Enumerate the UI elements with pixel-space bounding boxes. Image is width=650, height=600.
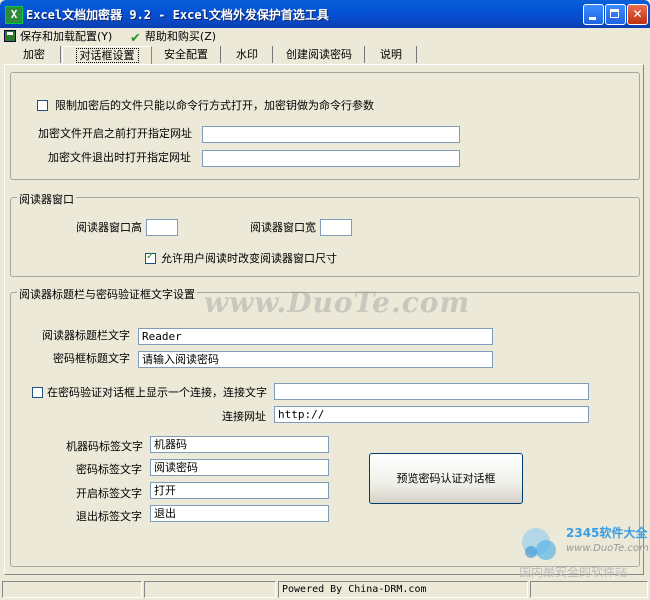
status-powered-by: Powered By China-DRM.com	[278, 581, 528, 598]
title-bar: X Excel文档加密器 9.2 - Excel文档外发保护首选工具 ✕	[0, 0, 650, 28]
show-link-checkbox[interactable]	[32, 387, 43, 398]
show-link-label: 在密码验证对话框上显示一个连接，连接文字	[47, 386, 267, 399]
tab-security-config[interactable]: 安全配置	[152, 46, 221, 63]
reader-width-input[interactable]	[320, 219, 352, 236]
tab-strip: 加密 对话框设置 安全配置 水印 创建阅读密码 说明	[0, 46, 650, 64]
restrict-cmdline-label: 限制加密后的文件只能以命令行方式打开，加密钥做为命令行参数	[55, 99, 374, 112]
tab-dialog-settings[interactable]: 对话框设置	[62, 46, 152, 64]
corner-site-text: www.DuoTe.com	[566, 543, 649, 554]
menu-save-label: 保存和加载配置(Y)	[20, 30, 113, 43]
open-label-text-label: 开启标签文字	[76, 487, 142, 500]
close-button[interactable]: ✕	[627, 4, 648, 25]
exit-label-text-input[interactable]: 退出	[150, 505, 329, 522]
corner-brand-text: 2345软件大全	[566, 526, 648, 540]
reader-title-text-input[interactable]: Reader	[138, 328, 493, 345]
menu-help-label: 帮助和购买(Z)	[144, 30, 217, 43]
exit-label-text-label: 退出标签文字	[76, 510, 142, 523]
machine-code-input[interactable]: 机器码	[150, 436, 329, 453]
allow-resize-checkbox[interactable]	[145, 251, 156, 264]
menu-help-buy[interactable]: ✔ 帮助和购买(Z)	[130, 29, 217, 46]
status-panel-1	[2, 581, 142, 598]
corner-slogan-text: 国内最安全的软件站	[519, 565, 628, 579]
open-url-input[interactable]	[202, 126, 460, 143]
duote-watermark: www.DuoTe.com	[204, 286, 471, 319]
status-bar: Powered By China-DRM.com	[0, 579, 650, 600]
title-text-group-title: 阅读器标题栏与密码验证框文字设置	[17, 286, 197, 302]
window-title: Excel文档加密器 9.2 - Excel文档外发保护首选工具	[26, 8, 329, 22]
exit-url-label: 加密文件退出时打开指定网址	[48, 151, 191, 164]
reader-window-title: 阅读器窗口	[17, 191, 76, 207]
password-label-text-input[interactable]: 阅读密码	[150, 459, 329, 476]
machine-code-label: 机器码标签文字	[66, 440, 143, 453]
minimize-button[interactable]	[583, 4, 604, 25]
status-panel-4	[530, 581, 648, 598]
link-url-input[interactable]: http://	[274, 406, 589, 423]
reader-title-text-label: 阅读器标题栏文字	[42, 329, 130, 342]
password-box-title-input[interactable]: 请输入阅读密码	[138, 351, 493, 368]
tab-instructions[interactable]: 说明	[366, 46, 417, 63]
menu-save-load-config[interactable]: 保存和加载配置(Y)	[4, 29, 112, 45]
exit-url-input[interactable]	[202, 150, 460, 167]
open-url-label: 加密文件开启之前打开指定网址	[38, 127, 192, 140]
password-label-text-label: 密码标签文字	[76, 463, 142, 476]
tab-watermark[interactable]: 水印	[222, 46, 273, 63]
reader-width-label: 阅读器窗口宽	[250, 221, 316, 234]
reader-height-input[interactable]	[146, 219, 178, 236]
reader-height-label: 阅读器窗口高	[76, 221, 142, 234]
maximize-button[interactable]	[605, 4, 626, 25]
tab-encrypt[interactable]: 加密	[8, 46, 61, 63]
save-icon	[4, 30, 16, 42]
excel-app-icon: X	[5, 6, 23, 24]
status-panel-2	[144, 581, 276, 598]
link-url-label: 连接网址	[222, 410, 266, 423]
tab-create-read-password[interactable]: 创建阅读密码	[274, 46, 365, 63]
help-icon: ✔	[130, 31, 141, 46]
allow-resize-label: 允许用户阅读时改变阅读器窗口尺寸	[161, 252, 337, 265]
password-box-title-label: 密码框标题文字	[53, 352, 130, 365]
restrict-cmdline-checkbox[interactable]	[37, 100, 48, 111]
open-label-text-input[interactable]: 打开	[150, 482, 329, 499]
link-text-input[interactable]	[274, 383, 589, 400]
preview-password-dialog-button[interactable]: 预览密码认证对话框	[369, 453, 523, 504]
menu-bar: 保存和加载配置(Y) ✔ 帮助和购买(Z)	[0, 28, 650, 46]
